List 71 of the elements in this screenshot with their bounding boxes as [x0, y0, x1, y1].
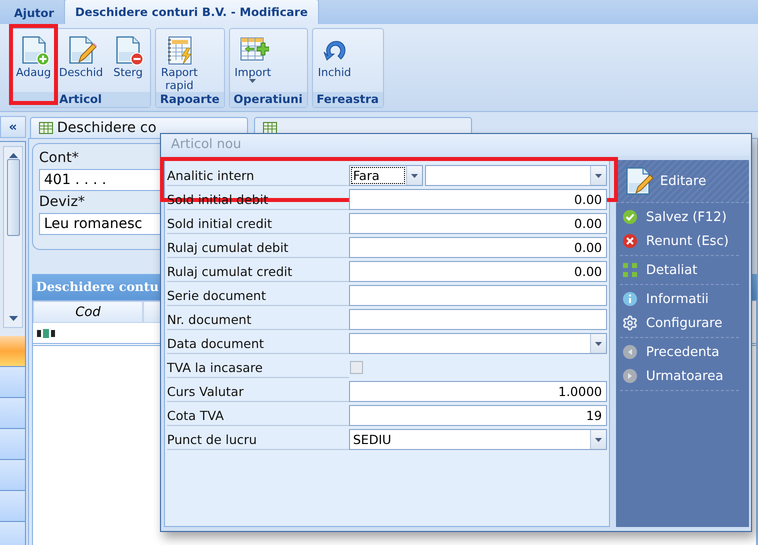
- combo-box[interactable]: SEDIU: [349, 429, 607, 450]
- text-field[interactable]: [349, 285, 607, 306]
- dropdown-button[interactable]: [590, 166, 606, 185]
- collapse-button[interactable]: «: [0, 116, 26, 138]
- ribbon-button[interactable]: Raport rapid: [158, 31, 201, 92]
- expand-icon: [622, 262, 638, 278]
- action-item[interactable]: Detaliat: [620, 258, 739, 282]
- number-field[interactable]: 19: [349, 405, 607, 426]
- combo-box[interactable]: [425, 165, 607, 186]
- table-icon: [263, 122, 277, 134]
- info-icon: [622, 291, 638, 307]
- dropdown-button[interactable]: [590, 430, 606, 449]
- field-label: Analitic intern: [167, 165, 349, 186]
- close-icon: [622, 233, 638, 249]
- field-label: TVA la incasare: [167, 357, 349, 378]
- ribbon-button[interactable]: Inchid: [314, 31, 355, 92]
- column-header[interactable]: Cod: [33, 301, 143, 323]
- combo-box[interactable]: Fara: [349, 165, 423, 186]
- ribbon-button[interactable]: Adaug: [13, 31, 54, 92]
- number-field[interactable]: 0.00: [349, 189, 607, 210]
- ribbon-button[interactable]: Deschid: [56, 31, 106, 92]
- number-field[interactable]: 1.0000: [349, 381, 607, 402]
- caret-icon: [411, 174, 418, 178]
- dialog-title: Articol nou: [161, 134, 751, 156]
- text-field[interactable]: [349, 309, 607, 330]
- up-arrow-icon: [8, 153, 18, 158]
- menu-tab[interactable]: Deschidere conturi B.V. - Modificare: [64, 0, 319, 24]
- field-label: Curs Valutar: [167, 381, 349, 402]
- down-arrow-icon: [8, 316, 18, 321]
- field-label: Punct de lucru: [167, 429, 349, 450]
- dropdown-button[interactable]: [590, 334, 606, 353]
- side-list-item[interactable]: [0, 336, 25, 367]
- field-label: Rulaj cumulat credit: [167, 261, 349, 282]
- field-label: Data document: [167, 333, 349, 354]
- field-label: Nr. document: [167, 309, 349, 330]
- field-label: Rulaj cumulat debit: [167, 237, 349, 258]
- table-icon: [39, 122, 53, 134]
- ribbon-button[interactable]: Sterg: [108, 31, 148, 92]
- group-label: Operatiuni: [230, 92, 307, 107]
- number-field[interactable]: 0.00: [349, 213, 607, 234]
- scrollbar-thumb[interactable]: [6, 158, 20, 236]
- side-list-item[interactable]: [0, 460, 25, 491]
- action-item[interactable]: Configurare: [620, 311, 739, 335]
- field-label: Cont*: [39, 150, 79, 166]
- combo-box[interactable]: [349, 333, 607, 354]
- menu-tab[interactable]: Ajutor: [4, 2, 64, 24]
- number-field[interactable]: 0.00: [349, 261, 607, 282]
- scrollbar[interactable]: [3, 146, 23, 328]
- field-label: Serie document: [167, 285, 349, 306]
- settings-icon: [622, 315, 638, 331]
- action-item[interactable]: Salvez (F12): [620, 205, 739, 229]
- panel-title: Editare: [660, 174, 706, 188]
- dropdown-button[interactable]: [406, 166, 422, 185]
- field-label: Deviz*: [39, 194, 85, 210]
- side-list-item[interactable]: [0, 491, 25, 522]
- side-list-item[interactable]: [0, 367, 25, 398]
- caret-icon: [595, 342, 602, 346]
- document-tab[interactable]: Deschidere co: [30, 117, 248, 138]
- field-label: Sold initial credit: [167, 213, 349, 234]
- group-label: Rapoarte: [156, 92, 224, 107]
- field-label: Cota TVA: [167, 405, 349, 426]
- check-icon: [622, 209, 638, 225]
- text-field-icon: [37, 328, 55, 338]
- number-field[interactable]: 0.00: [349, 237, 607, 258]
- group-label: Fereastra: [312, 92, 383, 107]
- side-list-item[interactable]: [0, 429, 25, 460]
- side-list-item[interactable]: [0, 398, 25, 429]
- caret-icon: [595, 174, 602, 178]
- ribbon-button[interactable]: Import: [232, 31, 274, 92]
- action-item[interactable]: Renunt (Esc): [620, 229, 739, 253]
- caret-icon: [595, 438, 602, 442]
